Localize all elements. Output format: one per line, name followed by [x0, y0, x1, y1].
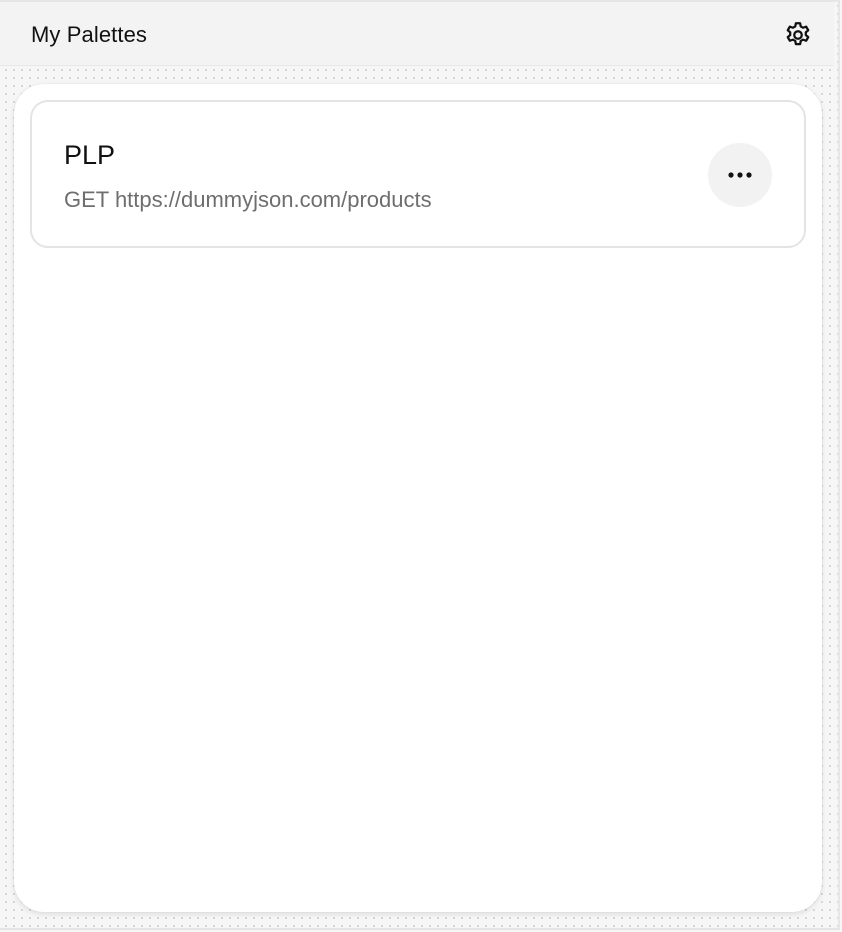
palettes-panel: PLP GET https://dummyjson.com/products — [14, 84, 822, 912]
palette-card[interactable]: PLP GET https://dummyjson.com/products — [30, 100, 806, 248]
settings-button[interactable] — [780, 17, 816, 53]
more-options-button[interactable] — [708, 143, 772, 207]
gear-icon — [783, 20, 813, 50]
palette-name: PLP — [64, 140, 116, 170]
palette-request: GET https://dummyjson.com/products — [64, 187, 432, 212]
page-title: My Palettes — [31, 22, 148, 47]
more-horizontal-icon — [726, 171, 754, 179]
top-bar: My Palettes — [0, 2, 834, 66]
